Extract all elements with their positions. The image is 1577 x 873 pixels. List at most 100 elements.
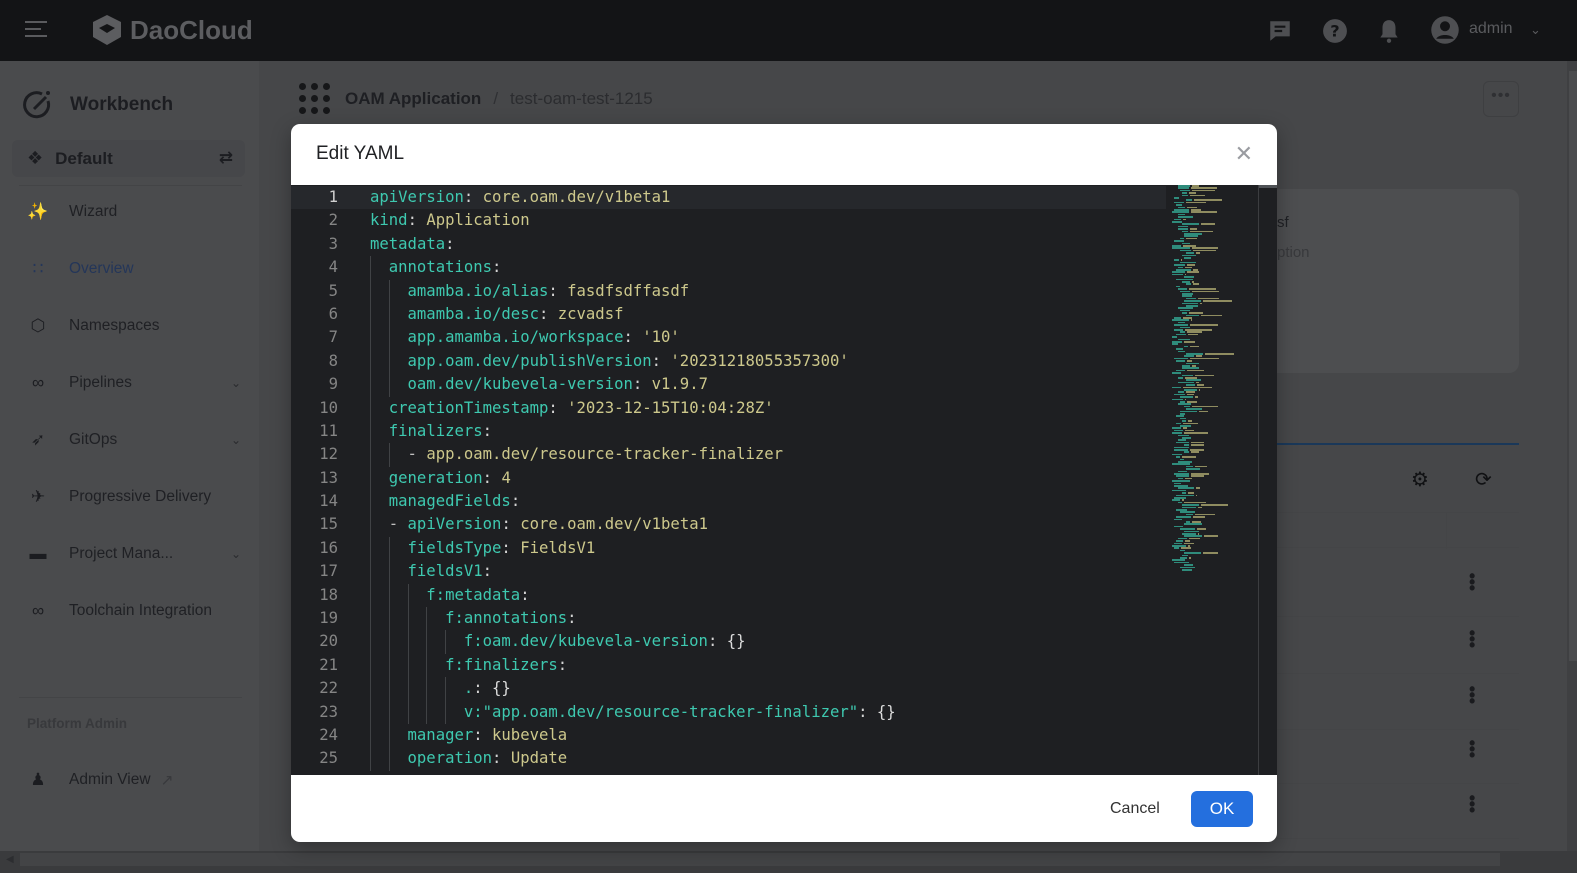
refresh-icon[interactable]: ⟳ bbox=[1475, 467, 1492, 492]
hamburger-menu-icon[interactable] bbox=[25, 21, 47, 39]
apps-grid-icon[interactable] bbox=[299, 83, 330, 114]
code-line[interactable]: 12 - app.oam.dev/resource-tracker-finaliz… bbox=[291, 443, 1166, 467]
minimap-line bbox=[1186, 297, 1196, 300]
code-line[interactable]: 16 fieldsType: FieldsV1 bbox=[291, 536, 1166, 561]
editor-scrollbar[interactable] bbox=[1258, 185, 1277, 775]
minimap-line bbox=[1195, 252, 1201, 254]
minimap-line bbox=[1172, 211, 1189, 213]
minimap-line bbox=[1186, 360, 1192, 362]
help-icon[interactable]: ? bbox=[1322, 18, 1348, 44]
code-line[interactable]: 7 app.amamba.io/workspace: '10' bbox=[291, 326, 1166, 350]
minimap-line bbox=[1176, 456, 1181, 458]
minimap-line bbox=[1172, 545, 1186, 547]
scroll-left-icon[interactable]: ◀ bbox=[6, 854, 14, 865]
yaml-value: '20231218055357300' bbox=[670, 351, 849, 370]
code-line[interactable]: 22.: {} bbox=[291, 677, 1166, 701]
sidebar-item-pipelines[interactable]: ∞ Pipelines ⌄ bbox=[26, 373, 241, 393]
workspace-selector[interactable]: ❖ Default ⇄ bbox=[12, 140, 245, 177]
chevron-down-icon[interactable]: ⌄ bbox=[231, 547, 241, 561]
horizontal-scrollbar[interactable]: ◀ bbox=[0, 851, 1577, 873]
code-line[interactable]: 25 operation: Update bbox=[291, 747, 1166, 771]
minimap-line bbox=[1191, 185, 1200, 187]
code-line[interactable]: 3 metadata: bbox=[291, 233, 1166, 256]
chevron-down-icon[interactable]: ⌄ bbox=[231, 433, 241, 447]
bell-icon[interactable] bbox=[1376, 18, 1402, 44]
minimap-line bbox=[1178, 461, 1192, 463]
code-line[interactable]: 19 f:annotations: bbox=[291, 607, 1166, 631]
code-line[interactable]: 20 f:oam.dev/kubevela-version: {} bbox=[291, 630, 1166, 654]
minimap-line bbox=[1176, 360, 1185, 362]
editor-minimap[interactable] bbox=[1170, 185, 1258, 775]
user-name[interactable]: admin bbox=[1469, 20, 1513, 38]
minimap-line bbox=[1185, 477, 1193, 480]
ok-button[interactable]: OK bbox=[1191, 791, 1253, 827]
code-line[interactable]: 21 f:finalizers: bbox=[291, 653, 1166, 678]
minimap-line bbox=[1195, 494, 1197, 497]
row-actions-kebab-icon[interactable]: • • • bbox=[1469, 624, 1475, 654]
minimap-line bbox=[1186, 252, 1194, 254]
minimap-line bbox=[1174, 547, 1180, 549]
sidebar-item-wizard[interactable]: ✨ Wizard bbox=[26, 202, 117, 222]
switch-icon[interactable]: ⇄ bbox=[219, 148, 233, 168]
minimap-line bbox=[1176, 540, 1184, 542]
sidebar-item-label: GitOps bbox=[69, 431, 118, 448]
code-line[interactable]: 1 apiVersion: core.oam.dev/v1beta1 bbox=[291, 186, 1166, 210]
sidebar-item-toolchain-integration[interactable]: ∞ Toolchain Integration bbox=[26, 601, 212, 621]
sidebar-item-admin-view[interactable]: ♟ Admin View ↗ bbox=[26, 770, 173, 790]
indent-guide bbox=[407, 677, 427, 701]
settings-gear-icon[interactable]: ⚙ bbox=[1411, 467, 1429, 492]
colon: : bbox=[632, 375, 652, 394]
cancel-button[interactable]: Cancel bbox=[1097, 791, 1173, 827]
minimap-line bbox=[1172, 453, 1183, 456]
indent-guide bbox=[407, 653, 427, 678]
code-line[interactable]: 17 fieldsV1: bbox=[291, 560, 1166, 584]
minimap-line bbox=[1182, 230, 1188, 233]
code-line[interactable]: 23 v:"app.oam.dev/resource-tracker-finali… bbox=[291, 700, 1166, 724]
indent-guide bbox=[426, 607, 445, 631]
code-line[interactable]: 6 amamba.io/desc: zcvadsf bbox=[291, 302, 1166, 327]
minimap-line bbox=[1178, 470, 1188, 473]
indent-guide bbox=[388, 279, 408, 303]
row-actions-kebab-icon[interactable]: • • • bbox=[1469, 734, 1475, 764]
sidebar-item-progressive-delivery[interactable]: ✈ Progressive Delivery bbox=[26, 487, 211, 507]
workspace-header: Workbench bbox=[22, 89, 173, 121]
code-line[interactable]: 18 f:metadata: bbox=[291, 583, 1166, 608]
yaml-editor[interactable]: 1 apiVersion: core.oam.dev/v1beta1 2 kind: … bbox=[291, 185, 1277, 775]
minimap-line bbox=[1190, 441, 1205, 444]
code-line[interactable]: 24 manager: kubevela bbox=[291, 723, 1166, 748]
code-line[interactable]: 2 kind: Application bbox=[291, 209, 1166, 232]
line-content: app.amamba.io/workspace: '10' bbox=[370, 326, 680, 350]
close-icon[interactable]: ✕ bbox=[1235, 141, 1253, 167]
row-actions-kebab-icon[interactable]: • • • bbox=[1469, 680, 1475, 710]
sidebar-item-project-mana[interactable]: ▬ Project Mana... ⌄ bbox=[26, 544, 242, 564]
sidebar-item-gitops[interactable]: ➶ GitOps ⌄ bbox=[26, 430, 241, 450]
minimap-line bbox=[1196, 384, 1205, 386]
code-line[interactable]: 13 generation: 4 bbox=[291, 466, 1166, 491]
code-line[interactable]: 8 app.oam.dev/publishVersion: '2023121805… bbox=[291, 349, 1166, 374]
code-line[interactable]: 14 managedFields: bbox=[291, 490, 1166, 514]
code-line[interactable]: 5 amamba.io/alias: fasdfsdffasdf bbox=[291, 279, 1166, 303]
sidebar-item-namespaces[interactable]: ⬡ Namespaces bbox=[26, 316, 160, 336]
chevron-down-icon[interactable]: ⌄ bbox=[1530, 22, 1541, 38]
message-icon[interactable] bbox=[1267, 18, 1293, 44]
code-line[interactable]: 15 - apiVersion: core.oam.dev/v1beta1 bbox=[291, 513, 1166, 537]
minimap-line bbox=[1182, 506, 1196, 509]
row-actions-kebab-icon[interactable]: • • • bbox=[1469, 789, 1475, 819]
code-line[interactable]: 11 finalizers: bbox=[291, 419, 1166, 444]
vertical-scrollbar[interactable] bbox=[1567, 61, 1577, 851]
chevron-down-icon[interactable]: ⌄ bbox=[231, 376, 241, 390]
breadcrumb-parent[interactable]: OAM Application bbox=[345, 89, 481, 109]
brand-logo[interactable]: DaoCloud bbox=[90, 13, 253, 47]
code-line[interactable]: 10 creationTimestamp: '2023-12-15T10:04:2… bbox=[291, 396, 1166, 420]
minimap-line bbox=[1174, 518, 1183, 521]
avatar-icon[interactable] bbox=[1430, 15, 1460, 45]
code-lines[interactable]: 1 apiVersion: core.oam.dev/v1beta1 2 kind: … bbox=[291, 186, 1166, 771]
code-line[interactable]: 4 annotations: bbox=[291, 256, 1166, 280]
minimap-line bbox=[1172, 559, 1185, 561]
sidebar-item-overview[interactable]: ∷ Overview bbox=[26, 259, 134, 279]
more-actions-button[interactable]: ••• bbox=[1483, 81, 1519, 117]
row-actions-kebab-icon[interactable]: • • • bbox=[1469, 567, 1475, 597]
line-content: f:annotations: bbox=[370, 607, 586, 631]
minimap-line bbox=[1182, 365, 1190, 367]
code-line[interactable]: 9 oam.dev/kubevela-version: v1.9.7 bbox=[291, 373, 1166, 397]
